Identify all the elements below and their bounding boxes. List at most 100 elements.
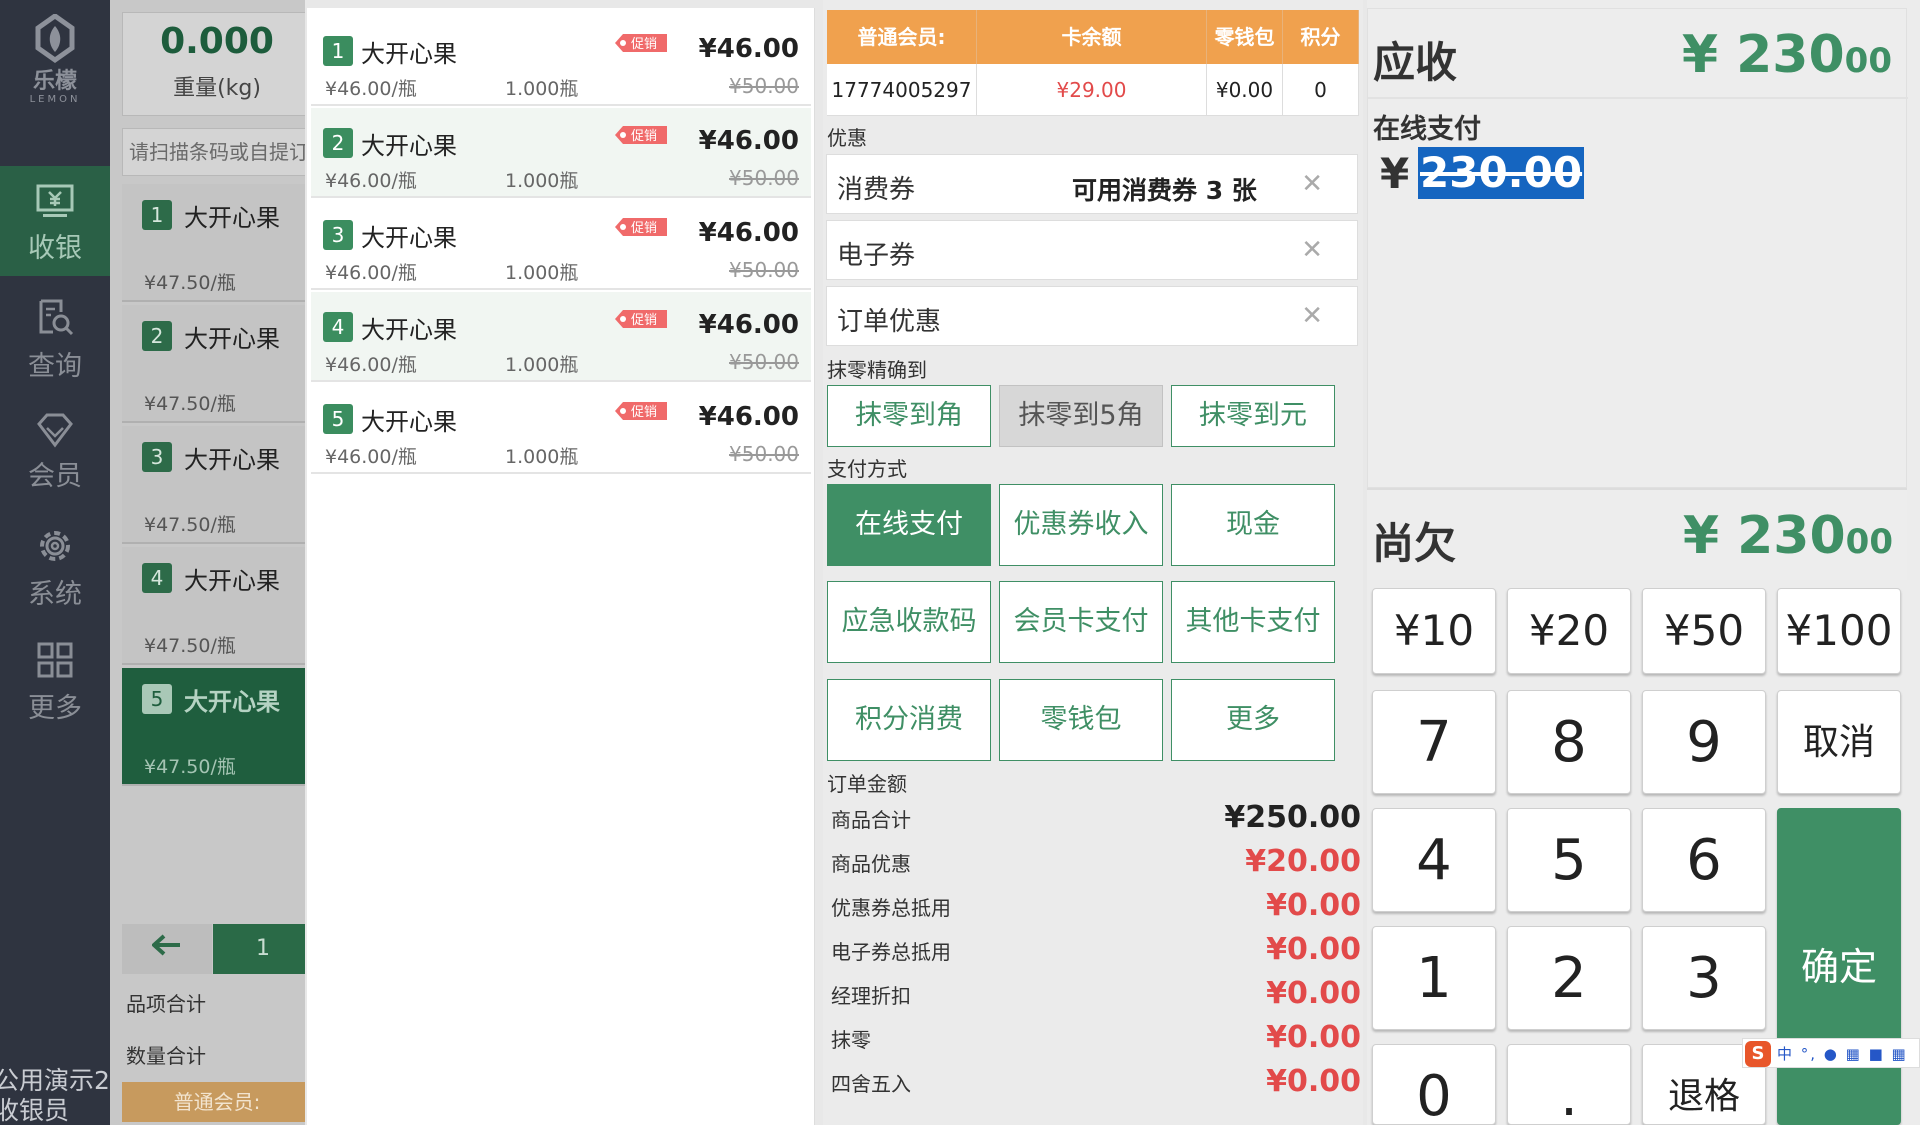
quick-20-button[interactable]: ¥20 xyxy=(1507,588,1631,674)
key-9[interactable]: 9 xyxy=(1642,690,1766,794)
card-balance-header: 卡余额 xyxy=(977,10,1207,64)
nav-item-more[interactable]: 更多 xyxy=(0,622,110,732)
payment-section-label: 支付方式 xyxy=(827,457,907,481)
online-pay-amount-input[interactable]: 230.00 xyxy=(1418,147,1585,199)
key-0[interactable]: 0 xyxy=(1372,1044,1496,1125)
product-row[interactable]: 4 大开心果 ¥46.00/瓶 1.000瓶 促销 ¥46.00 ¥50.00 xyxy=(311,292,811,382)
close-icon[interactable]: ✕ xyxy=(1301,235,1323,265)
confirm-button[interactable]: 确定 xyxy=(1777,808,1901,1125)
product-row[interactable]: 5 大开心果 ¥46.00/瓶 1.000瓶 促销 ¥46.00 ¥50.00 xyxy=(311,384,811,474)
summary-value: ¥250.00 xyxy=(1224,800,1361,835)
round-to-jiao-button[interactable]: 抹零到角 xyxy=(827,385,991,447)
pay-more-button[interactable]: 更多 xyxy=(1171,679,1335,761)
member-phone: 17774005297 xyxy=(827,64,977,116)
product-row[interactable]: 2 大开心果 ¥46.00/瓶 1.000瓶 促销 ¥46.00 ¥50.00 xyxy=(311,108,811,198)
cart-item-price: ¥47.50/瓶 xyxy=(144,756,236,778)
nav-item-member[interactable]: 会员 xyxy=(0,394,110,504)
cart-item-name: 大开心果 xyxy=(184,325,280,353)
key-5[interactable]: 5 xyxy=(1507,808,1631,912)
cart-item[interactable]: 4 大开心果 ¥47.50/瓶 xyxy=(122,547,305,665)
order-discount-row[interactable]: 订单优惠 ✕ xyxy=(826,286,1358,346)
nav-item-system[interactable]: 系统 xyxy=(0,508,110,618)
round-to-5jiao-button[interactable]: 抹零到5角 xyxy=(999,385,1163,447)
product-index: 2 xyxy=(323,128,353,158)
key-8[interactable]: 8 xyxy=(1507,690,1631,794)
store-name: 公用演示2 xyxy=(0,1066,110,1095)
amount-due-value: ¥ 23000 xyxy=(1682,25,1892,85)
grid-icon xyxy=(37,642,73,678)
checkout-panel: 普通会员: 卡余额 零钱包 积分 17774005297 ¥29.00 ¥0.0… xyxy=(823,0,1363,1125)
quantity-total-label: 数量合计 xyxy=(126,1044,206,1068)
close-icon[interactable]: ✕ xyxy=(1301,169,1323,199)
pay-coupon-income-button[interactable]: 优惠券收入 xyxy=(999,484,1163,566)
key-dot[interactable]: . xyxy=(1507,1044,1631,1125)
coupon-row[interactable]: 消费券 可用消费券 3 张 ✕ xyxy=(826,154,1358,214)
product-row[interactable]: 1 大开心果 ¥46.00/瓶 1.000瓶 促销 ¥46.00 ¥50.00 xyxy=(311,16,811,106)
product-quantity: 1.000瓶 xyxy=(505,354,579,376)
cashier-icon xyxy=(36,184,74,217)
quick-50-button[interactable]: ¥50 xyxy=(1642,588,1766,674)
nav-item-cashier[interactable]: 收银 xyxy=(0,166,110,276)
pay-points-button[interactable]: 积分消费 xyxy=(827,679,991,761)
cart-item-name: 大开心果 xyxy=(184,446,280,474)
key-7[interactable]: 7 xyxy=(1372,690,1496,794)
ecoupon-row[interactable]: 电子券 ✕ xyxy=(826,220,1358,280)
cart-item-selected[interactable]: 5 大开心果 ¥47.50/瓶 xyxy=(122,668,305,786)
cashier-panel-background: 0.000 重量(kg) 请扫描条码或自提订 1 大开心果 ¥47.50/瓶 2… xyxy=(110,0,305,1125)
cart-item-index: 5 xyxy=(142,684,172,714)
summary-value: ¥0.00 xyxy=(1266,1020,1361,1055)
summary-value: ¥20.00 xyxy=(1245,844,1361,879)
nav-label-member: 会员 xyxy=(28,461,82,492)
pay-other-card-button[interactable]: 其他卡支付 xyxy=(1171,581,1335,663)
product-index: 5 xyxy=(323,404,353,434)
quick-10-button[interactable]: ¥10 xyxy=(1372,588,1496,674)
cart-item[interactable]: 3 大开心果 ¥47.50/瓶 xyxy=(122,426,305,544)
pay-online-button[interactable]: 在线支付 xyxy=(827,484,991,566)
product-unit-price: ¥46.00/瓶 xyxy=(325,354,417,376)
product-quantity: 1.000瓶 xyxy=(505,446,579,468)
pay-member-card-button[interactable]: 会员卡支付 xyxy=(999,581,1163,663)
back-arrow-button[interactable] xyxy=(122,924,212,974)
promo-tag-icon: 促销 xyxy=(615,34,667,52)
cart-item[interactable]: 1 大开心果 ¥47.50/瓶 xyxy=(122,184,305,302)
product-index: 3 xyxy=(323,220,353,250)
ime-toolbar[interactable]: S 中 °, ● ▦ ■ ▦ xyxy=(1742,1038,1920,1068)
amount-due-label: 应收 xyxy=(1373,38,1458,87)
coupon-label: 消费券 xyxy=(837,175,916,205)
pay-emergency-qr-button[interactable]: 应急收款码 xyxy=(827,581,991,663)
cart-item-index: 3 xyxy=(142,442,172,472)
amount-due-cents: 00 xyxy=(1844,41,1892,81)
nav-item-query[interactable]: 查询 xyxy=(0,280,110,390)
summary-row-goods-total: 商品合计 ¥250.00 xyxy=(831,800,1361,836)
key-1[interactable]: 1 xyxy=(1372,926,1496,1030)
product-price: ¥46.00 xyxy=(698,34,799,64)
quick-100-button[interactable]: ¥100 xyxy=(1777,588,1901,674)
pay-wallet-button[interactable]: 零钱包 xyxy=(999,679,1163,761)
close-icon[interactable]: ✕ xyxy=(1301,301,1323,331)
summary-label: 经理折扣 xyxy=(831,984,911,1008)
round-to-yuan-button[interactable]: 抹零到元 xyxy=(1171,385,1335,447)
key-2[interactable]: 2 xyxy=(1507,926,1631,1030)
product-price: ¥46.00 xyxy=(698,310,799,340)
item-count-label: 品项合计 xyxy=(126,992,206,1016)
product-name: 大开心果 xyxy=(361,408,457,436)
amount-owed-main: ¥ 230 xyxy=(1682,506,1846,566)
page-number[interactable]: 1 xyxy=(213,924,305,974)
cart-item[interactable]: 2 大开心果 ¥47.50/瓶 xyxy=(122,305,305,423)
online-pay-label: 在线支付 xyxy=(1373,114,1481,145)
pay-cash-button[interactable]: 现金 xyxy=(1171,484,1335,566)
payment-amount-panel: 应收 ¥ 23000 在线支付 ¥ 230.00 尚欠 ¥ 23000 ¥10 … xyxy=(1367,0,1920,1125)
points-header: 积分 xyxy=(1283,10,1359,64)
weight-label: 重量(kg) xyxy=(173,76,261,101)
key-4[interactable]: 4 xyxy=(1372,808,1496,912)
key-6[interactable]: 6 xyxy=(1642,808,1766,912)
barcode-scan-input[interactable]: 请扫描条码或自提订 xyxy=(122,128,305,176)
divider xyxy=(1368,97,1908,99)
cancel-button[interactable]: 取消 xyxy=(1777,690,1901,794)
promo-tag-icon: 促销 xyxy=(615,126,667,144)
cart-item-name: 大开心果 xyxy=(184,567,280,595)
product-row[interactable]: 3 大开心果 ¥46.00/瓶 1.000瓶 促销 ¥46.00 ¥50.00 xyxy=(311,200,811,290)
amount-due-box: 应收 ¥ 23000 在线支付 ¥ 230.00 xyxy=(1367,8,1908,488)
key-3[interactable]: 3 xyxy=(1642,926,1766,1030)
discount-section-label: 优惠 xyxy=(827,126,867,150)
